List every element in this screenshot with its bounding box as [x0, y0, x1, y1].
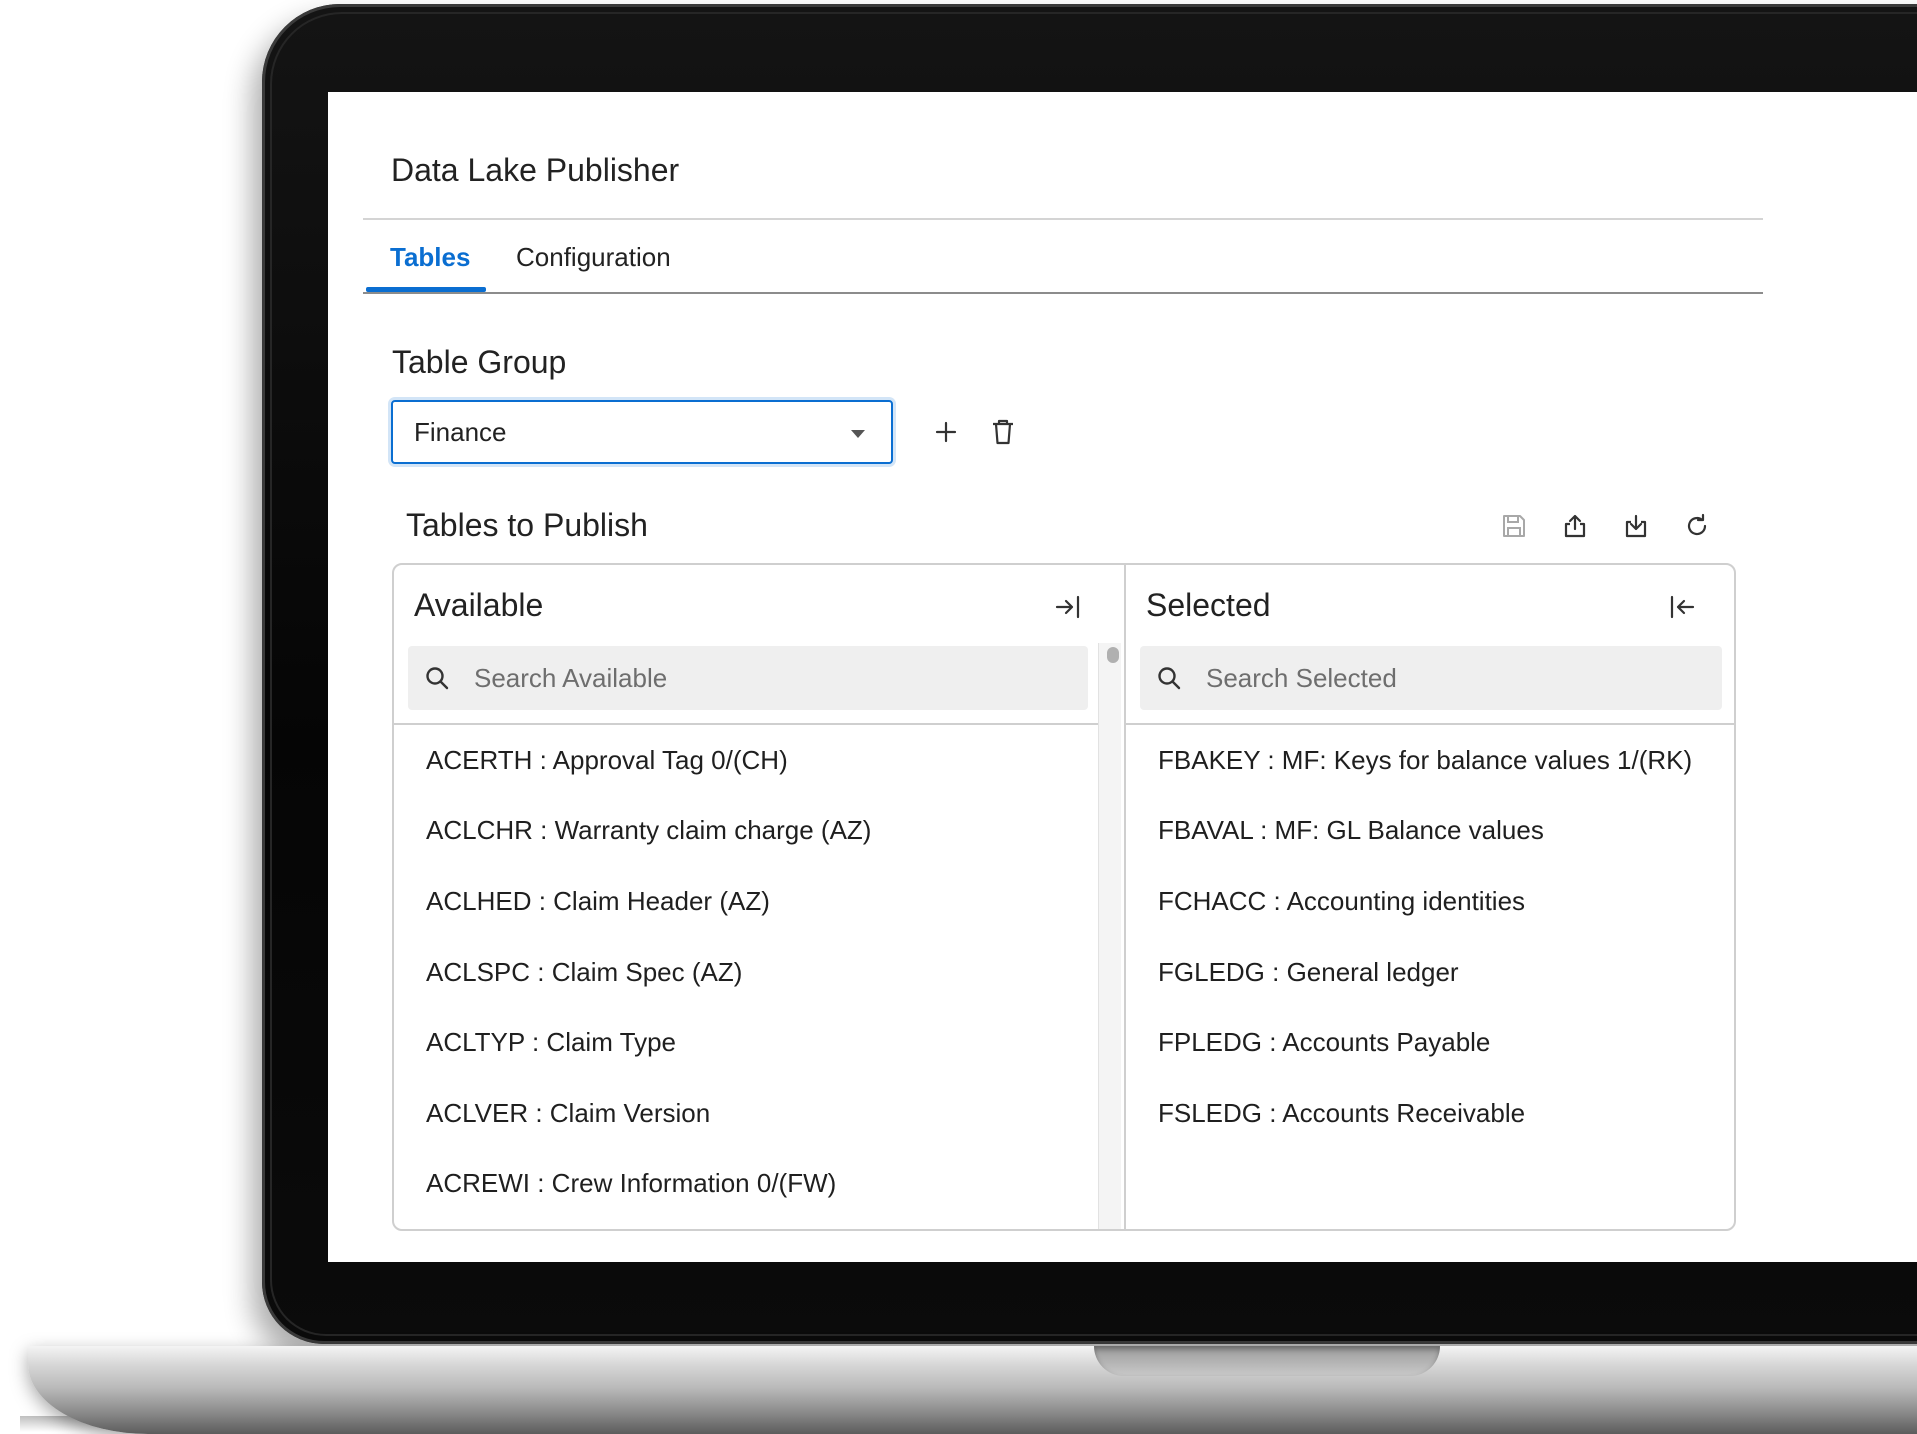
available-list-item[interactable]: ACLHED : Claim Header (AZ) [394, 866, 1098, 937]
table-group-select[interactable]: Finance [391, 400, 893, 464]
add-group-button[interactable] [928, 414, 964, 450]
move-all-to-available-button[interactable] [1664, 589, 1700, 625]
caret-down-icon [851, 430, 865, 438]
move-all-to-selected-button[interactable] [1050, 589, 1086, 625]
available-list-item[interactable]: ACLCHR : Warranty claim charge (AZ) [394, 796, 1098, 867]
export-button[interactable] [1557, 508, 1593, 544]
available-pane: Available ACERTH : Approval Tag 0/(CH)AC… [394, 565, 1124, 1229]
import-button[interactable] [1618, 508, 1654, 544]
available-title: Available [414, 587, 544, 623]
search-icon [1156, 663, 1186, 693]
available-scrollbar[interactable] [1098, 643, 1121, 1229]
available-list-item[interactable]: ACLTYP : Claim Type [394, 1007, 1098, 1078]
selected-list-item[interactable]: FGLEDG : General ledger [1126, 937, 1734, 1008]
tab-tables[interactable]: Tables [390, 242, 470, 273]
laptop-notch [1094, 1346, 1440, 1376]
available-scroll-thumb[interactable] [1107, 647, 1119, 663]
save-icon [1503, 515, 1525, 537]
search-available-input[interactable] [472, 661, 1020, 695]
available-list-item[interactable]: ACLVER : Claim Version [394, 1078, 1098, 1149]
plus-icon [935, 421, 957, 443]
move-right-icon [1055, 595, 1080, 619]
tab-configuration[interactable]: Configuration [516, 242, 671, 273]
selected-list-item[interactable]: FPLEDG : Accounts Payable [1126, 1007, 1734, 1078]
refresh-button[interactable] [1679, 508, 1715, 544]
import-icon [1625, 514, 1647, 538]
move-left-icon [1670, 595, 1695, 619]
delete-group-button[interactable] [985, 414, 1021, 450]
available-list: ACERTH : Approval Tag 0/(CH) ACLCHR : War… [394, 725, 1098, 1219]
selected-list-item[interactable]: FBAVAL : MF: GL Balance values [1126, 796, 1734, 867]
selected-list: FBAKEY : MF: Keys for balance values 1/(… [1126, 725, 1734, 1149]
search-icon [424, 663, 454, 693]
trash-icon [993, 419, 1013, 445]
available-list-item[interactable]: ACLSPC : Claim Spec (AZ) [394, 937, 1098, 1008]
tabs-divider [363, 292, 1763, 294]
selected-list-item[interactable]: FCHACC : Accounting identities [1126, 866, 1734, 937]
available-list-item[interactable]: ACREWI : Crew Information 0/(FW) [394, 1149, 1098, 1220]
selected-list-item[interactable]: FBAKEY : MF: Keys for balance values 1/(… [1126, 725, 1734, 796]
refresh-icon [1687, 513, 1707, 536]
selected-list-item[interactable]: FSLEDG : Accounts Receivable [1126, 1078, 1734, 1149]
search-available-field[interactable] [408, 646, 1088, 710]
table-group-value: Finance [414, 416, 507, 447]
table-group-label: Table Group [392, 344, 567, 380]
header-divider [363, 218, 1763, 220]
selected-title: Selected [1146, 587, 1271, 623]
dual-list-panel: Available ACERTH : Approval Tag 0/(CH)AC… [392, 563, 1736, 1231]
laptop-base [28, 1346, 1917, 1434]
app-title: Data Lake Publisher [391, 152, 680, 188]
save-button[interactable] [1496, 508, 1532, 544]
tables-to-publish-title: Tables to Publish [406, 507, 648, 543]
search-selected-field[interactable] [1140, 646, 1722, 710]
laptop-screen: Data Lake Publisher Tables Configuration… [328, 92, 1917, 1262]
selected-pane: Selected FBAKEY : MF: Keys for balance v… [1126, 565, 1734, 1229]
search-selected-input[interactable] [1204, 661, 1674, 695]
available-list-item[interactable]: ACERTH : Approval Tag 0/(CH) [394, 725, 1098, 796]
export-icon [1564, 514, 1586, 538]
